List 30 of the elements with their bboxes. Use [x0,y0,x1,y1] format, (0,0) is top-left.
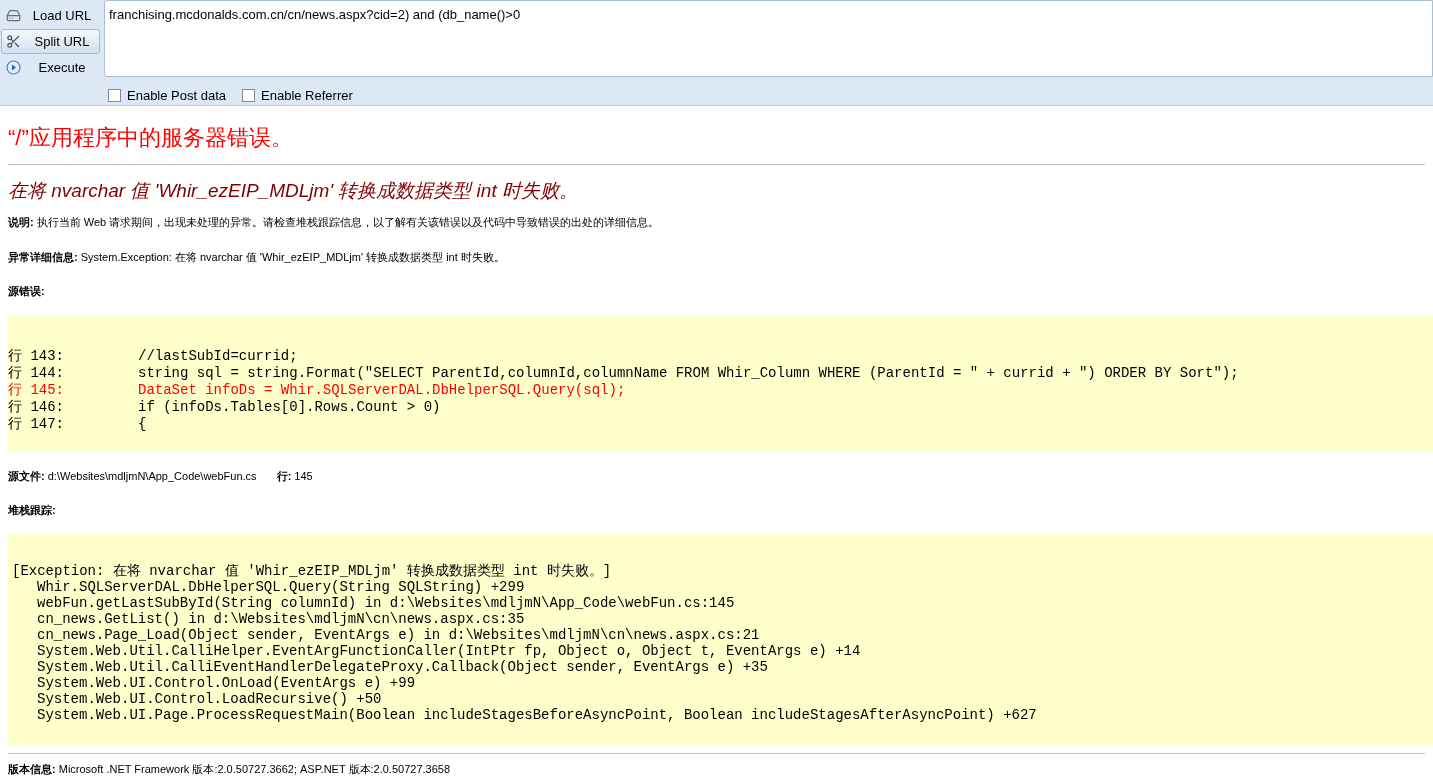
code-line: 行 146: if (infoDs.Tables[0].Rows.Count > 0) [8,398,441,416]
stack-frame-line: System.Web.UI.Control.LoadRecursive() +50 [36,690,382,707]
page-title: “/”应用程序中的服务器错误。 [8,124,294,152]
error-heading: 在将 nvarchar 值 'Whir_ezEIP_MDLjm' 转换成数据类型 int 时失败。 [8,179,579,203]
stack-frame-line: System.Web.UI.Page.ProcessRequestMain(Boolean includeStagesBeforeAsyncPoint, Boolean includeStagesAfterAsyncPoint) +627 [36,706,1037,723]
code-line: 行 147: { [8,415,147,433]
code-line: 行 144: string sql = string.Format("SELECT ParentId,columnId,columnName FROM Whir_Column WHERE (ParentId = " + currid + ") ORDER BY Sort"); [8,364,1239,382]
stack-frame-line: Whir.SQLServerDAL.DbHelperSQL.Query(String SQLString) +299 [36,578,525,595]
toolbar-button[interactable]: Execute [1,55,100,80]
stack-frame-line: System.Web.UI.Control.OnLoad(EventArgs e) +99 [36,674,416,691]
toolbar-button[interactable]: Split URL [1,29,100,54]
stack-frame-line: System.Web.Util.CalliEventHandlerDelegateProxy.Callback(Object sender, EventArgs e) +35 [36,658,768,675]
stack-frame-line: System.Web.Util.CalliHelper.EventArgFunctionCaller(IntPtr fp, Object o, Object t, EventArgs e) +14 [36,642,861,659]
source-line-text: 行: 145 [276,468,313,484]
source-error-label: 源错误: [8,284,46,299]
stack-frame-line: cn_news.Page_Load(Object sender, EventArgs e) in d:\Websites\mdljmN\cn\news.aspx.cs:21 [36,626,760,643]
description-text: 说明: 执行当前 Web 请求期间，出现未处理的异常。请检查堆栈跟踪信息，以了解有关该错误以及代码中导致错误的出处的详细信息。 [8,215,661,230]
toolbar-button[interactable]: Load URL [1,3,100,28]
version-info-text: 版本信息: Microsoft .NET Framework 版本:2.0.50727.3662; ASP.NET 版本:2.0.50727.3658 [8,761,452,777]
stack-exception-line: [Exception: 在将 nvarchar 值 'Whir_ezEIP_MDLjm' 转换成数据类型 int 时失败。] [12,562,612,579]
stack-frame-line: webFun.getLastSubById(String columnId) in d:\Websites\mdljmN\App_Code\webFun.cs:145 [36,594,735,611]
stack-frame-line: cn_news.GetList() in d:\Websites\mdljmN\cn\news.aspx.cs:35 [36,610,525,627]
exception-details-text: 异常详细信息: System.Exception: 在将 nvarchar 值 'Whir_ezEIP_MDLjm' 转换成数据类型 int 时失败。 [8,249,506,265]
checkbox-label: Enable Post data [127,86,227,105]
code-line: 行 145: DataSet infoDs = Whir.SQLServerDAL.DbHelperSQL.Query(sql); [8,381,626,399]
code-line: 行 143: //lastSubId=currid; [8,347,298,365]
url-field[interactable]: franchising.mcdonalds.com.cn/cn/news.aspx?cid=2) and (db_name()>0 [104,0,1433,77]
checkbox-label: Enable Referrer [261,86,353,105]
source-file-text: 源文件: d:\Websites\mdljmN\App_Code\webFun.cs [8,468,257,484]
stack-trace-label: 堆栈跟踪: [8,503,57,518]
